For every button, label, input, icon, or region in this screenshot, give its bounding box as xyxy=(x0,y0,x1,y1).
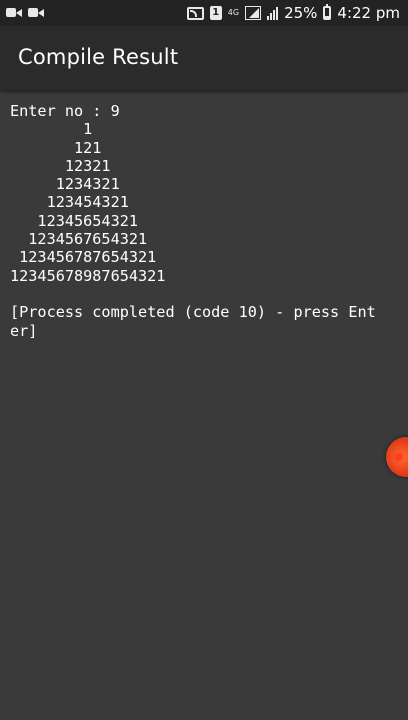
clock: 4:22 pm xyxy=(337,4,400,22)
console-line: 12345654321 xyxy=(10,211,139,230)
video-camera-icon xyxy=(6,6,22,19)
console-line: [Process completed (code 10) - press Ent xyxy=(10,303,376,322)
console-line: 121 xyxy=(10,138,102,157)
console-line: 123454321 xyxy=(10,193,129,212)
status-bar: 1 4G 25% 4:22 pm xyxy=(0,0,408,26)
battery-icon xyxy=(323,4,332,20)
system-indicators: 1 4G 25% 4:22 pm xyxy=(186,4,400,22)
console-line: 1234321 xyxy=(10,175,120,194)
sim-slot-badge: 1 xyxy=(209,6,222,20)
app-bar: Compile Result xyxy=(0,26,408,90)
console-line: 12345678987654321 xyxy=(10,266,166,285)
console-line: 1 xyxy=(10,120,93,139)
video-camera-icon xyxy=(28,6,44,19)
notification-icons xyxy=(6,6,44,19)
console-line: er] xyxy=(10,321,38,340)
battery-percent: 25% xyxy=(284,4,318,22)
network-type-label: 4G xyxy=(228,9,239,17)
signal-bars-icon xyxy=(267,6,279,20)
signal-strength-icon xyxy=(245,6,262,20)
console-output[interactable]: Enter no : 9 1 121 12321 1234321 1234543… xyxy=(10,102,402,702)
network-type-text: 4G xyxy=(227,8,240,17)
cast-icon xyxy=(186,6,204,20)
console-line: Enter no : 9 xyxy=(10,102,120,120)
console-line: 12321 xyxy=(10,156,111,175)
page-title: Compile Result xyxy=(18,45,179,69)
console-line: 1234567654321 xyxy=(10,230,148,249)
console-line: 123456787654321 xyxy=(10,248,157,267)
